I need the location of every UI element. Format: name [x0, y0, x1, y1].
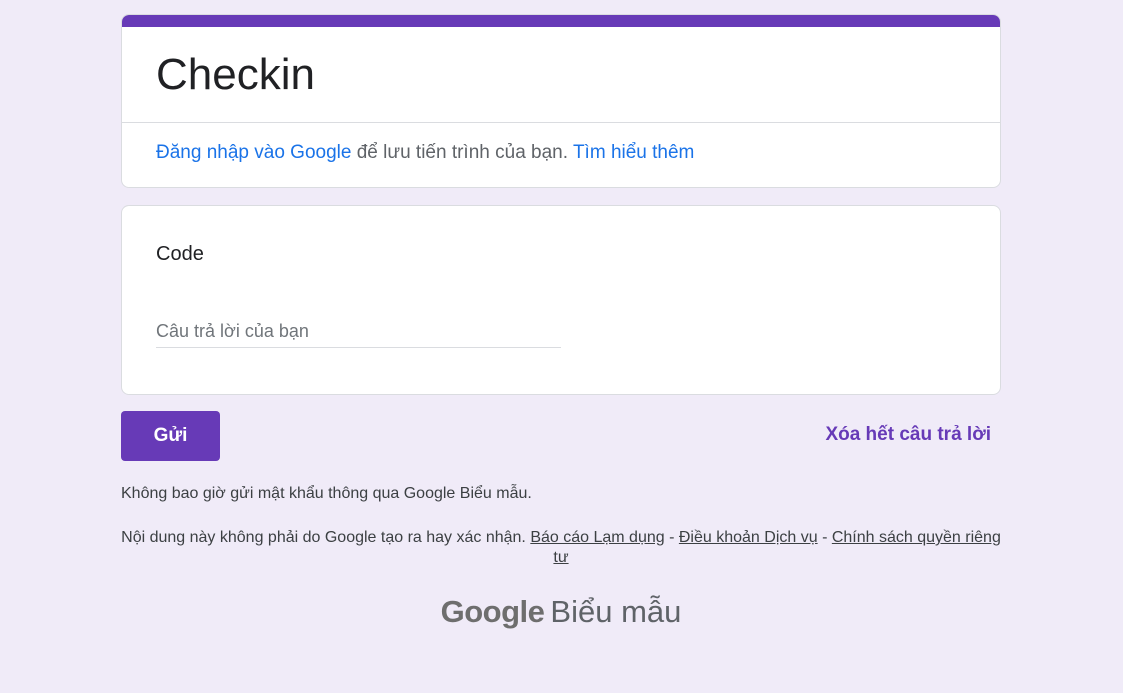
disclaimer-text: Nội dung này không phải do Google tạo ra…: [121, 529, 531, 546]
google-forms-logo[interactable]: Google Biểu mẫu: [121, 594, 1001, 630]
report-abuse-link[interactable]: Báo cáo Lạm dụng: [530, 529, 664, 546]
separator: -: [664, 529, 679, 546]
signin-middle-text: để lưu tiến trình của bạn.: [351, 142, 573, 163]
brand-google-text: Google: [440, 594, 545, 629]
signin-prompt: Đăng nhập vào Google để lưu tiến trình c…: [156, 141, 694, 165]
question-card: Code: [121, 205, 1001, 395]
learn-more-link[interactable]: Tìm hiểu thêm: [573, 142, 694, 163]
terms-link[interactable]: Điều khoản Dịch vụ: [679, 529, 818, 546]
separator: -: [817, 529, 832, 546]
disclaimer: Nội dung này không phải do Google tạo ra…: [121, 528, 1001, 568]
password-warning: Không bao giờ gửi mật khẩu thông qua Goo…: [121, 485, 532, 502]
form-container: Checkin Đăng nhập vào Google để lưu tiến…: [121, 14, 1001, 629]
form-title: Checkin: [156, 50, 315, 99]
header-divider: [122, 122, 1000, 123]
signin-link[interactable]: Đăng nhập vào Google: [156, 142, 351, 163]
form-header-card: Checkin Đăng nhập vào Google để lưu tiến…: [121, 14, 1001, 188]
submit-button[interactable]: Gửi: [121, 411, 220, 461]
clear-form-button[interactable]: Xóa hết câu trả lời: [825, 424, 991, 446]
header-accent-bar: [122, 15, 1000, 27]
brand-forms-text: Biểu mẫu: [550, 594, 682, 629]
answer-input[interactable]: [156, 316, 561, 348]
question-title: Code: [156, 243, 204, 265]
